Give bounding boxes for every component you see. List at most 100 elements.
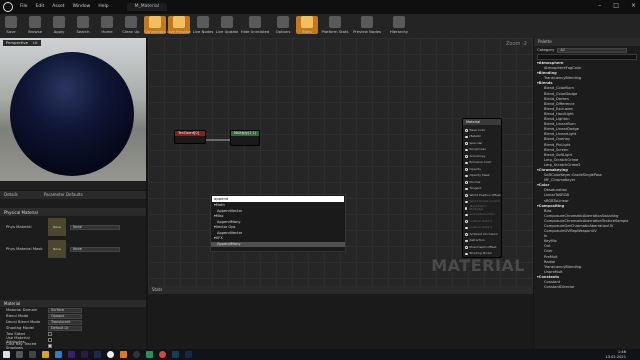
menu-window[interactable]: Window xyxy=(69,4,95,10)
hide-unrelated-button[interactable]: Hide Unrelated xyxy=(240,16,270,34)
asset-tab[interactable]: M_Material xyxy=(126,2,167,12)
steam-icon[interactable] xyxy=(172,351,179,358)
blend-mode-dropdown[interactable]: Opaque xyxy=(48,313,82,319)
material-pin-label: Custom Data 0 xyxy=(469,218,492,223)
hierarchy-icon xyxy=(393,16,405,28)
live-preview-label: Live Preview xyxy=(167,29,191,34)
material-domain-dropdown[interactable]: Surface xyxy=(48,307,82,313)
material-domain-label: Material Domain xyxy=(6,307,38,313)
pin-dot-icon xyxy=(465,181,468,184)
windows-taskbar xyxy=(0,349,640,360)
preview-nodes-button[interactable]: Preview Nodes xyxy=(352,16,382,34)
stats-button[interactable]: Stats xyxy=(296,16,318,34)
palette-category-row: Category All xyxy=(534,46,640,54)
multiply-node[interactable]: Multiply(1,1) xyxy=(230,130,260,146)
premiere-icon[interactable] xyxy=(81,351,88,358)
phys-material-dropdown[interactable]: None xyxy=(70,224,120,230)
palette-title[interactable]: Palette xyxy=(538,40,552,44)
clean-up-button[interactable]: Clean Up xyxy=(120,16,142,34)
photoshop-icon[interactable] xyxy=(185,351,192,358)
tab-details[interactable]: Details xyxy=(4,193,18,197)
menu-edit[interactable]: Edit xyxy=(32,4,49,10)
obs-icon[interactable] xyxy=(133,351,140,358)
two-sided-checkbox[interactable] xyxy=(48,332,52,336)
material-pin-label: Custom Data 1 xyxy=(469,225,492,230)
pin-dot-icon xyxy=(465,246,468,249)
options-button[interactable]: Options xyxy=(272,16,294,34)
stats-label: Stats xyxy=(302,29,312,34)
section-physical-material[interactable]: Physical Material xyxy=(0,209,146,216)
blender-icon[interactable] xyxy=(120,351,127,358)
apply-button[interactable]: Apply xyxy=(48,16,70,34)
chrome-icon[interactable] xyxy=(159,351,166,358)
viewport-lit-button[interactable]: Lit xyxy=(30,40,41,46)
material-pin[interactable]: Tessellation Multiplier xyxy=(463,205,501,212)
stats-title[interactable]: Stats xyxy=(152,288,162,292)
phys-material-mask-thumbnail[interactable]: None xyxy=(48,240,66,258)
menu-file[interactable]: File xyxy=(16,4,32,10)
browse-button[interactable]: Browse xyxy=(24,16,46,34)
task-view-icon[interactable] xyxy=(29,351,36,358)
pin-dot-icon xyxy=(465,207,468,210)
material-result-node[interactable]: Material Base Color Metallic Specular Rough… xyxy=(462,118,502,258)
menu-asset[interactable]: Asset xyxy=(48,4,68,10)
media-encoder-icon[interactable] xyxy=(94,351,101,358)
material-pin-label: Refraction xyxy=(469,238,485,243)
palette-item[interactable]: ConstantDirector xyxy=(534,285,640,291)
search-taskbar-icon[interactable] xyxy=(16,351,23,358)
use-material-attributes-checkbox[interactable] xyxy=(48,338,52,342)
phys-material-mask-dropdown[interactable]: None xyxy=(70,246,120,252)
edge-icon[interactable] xyxy=(55,351,62,358)
shading-model-dropdown[interactable]: Default Lit xyxy=(48,325,82,331)
home-label: Home xyxy=(101,29,113,34)
phys-material-thumbnail[interactable]: None xyxy=(48,218,66,236)
home-button[interactable]: Home xyxy=(96,16,118,34)
search-result-item[interactable]: AppendMany xyxy=(211,241,345,247)
viewport-panel[interactable]: Perspective Lit xyxy=(0,38,146,190)
unreal-taskbar-icon[interactable] xyxy=(107,351,114,358)
menu-help[interactable]: Help xyxy=(94,4,112,10)
platform-stats-button[interactable]: Platform Stats xyxy=(320,16,350,34)
decal-blend-mode-dropdown[interactable]: Translucent xyxy=(48,319,82,325)
hierarchy-button[interactable]: Hierarchy xyxy=(384,16,414,34)
pin-dot-icon xyxy=(465,174,468,177)
material-pin-label: World Position Offset xyxy=(469,192,501,197)
windows-start-icon[interactable] xyxy=(3,351,10,358)
search-button[interactable]: Search xyxy=(72,16,94,34)
section-material[interactable]: Material xyxy=(0,300,146,307)
explorer-icon[interactable] xyxy=(42,351,49,358)
pin-dot-icon xyxy=(465,194,468,197)
palette-category-dropdown[interactable]: All xyxy=(557,47,628,53)
texcoord-node[interactable]: TexCoord[0] xyxy=(174,130,206,144)
pin-dot-icon xyxy=(465,155,468,158)
cast-ray-traced-shadows-checkbox[interactable] xyxy=(48,344,52,348)
live-nodes-button[interactable]: Live Nodes xyxy=(192,16,214,34)
preview-nodes-label: Preview Nodes xyxy=(353,29,381,34)
multiply-node-header: Multiply(1,1) xyxy=(231,131,259,136)
live-update-button[interactable]: Live Update xyxy=(216,16,238,34)
material-graph[interactable]: Zoom -2 MATERIAL TexCoord[0] Multiply(1,… xyxy=(148,38,533,286)
minimize-icon[interactable]: – xyxy=(598,3,601,9)
save-button[interactable]: Save xyxy=(0,16,22,34)
maximize-icon[interactable]: □ xyxy=(613,3,619,9)
close-icon[interactable]: × xyxy=(631,3,636,9)
palette-search-input[interactable] xyxy=(537,54,637,60)
browse-label: Browse xyxy=(28,29,42,34)
after-effects-icon[interactable] xyxy=(68,351,75,358)
decal-blend-mode-label: Decal Blend Mode xyxy=(6,319,41,325)
taskbar-date: 13.02.2021 xyxy=(605,355,626,359)
pin-dot-icon xyxy=(465,135,468,138)
tab-parameter-defaults[interactable]: Parameter Defaults xyxy=(44,193,83,197)
material-pin-label: Anisotropy xyxy=(469,153,486,158)
details-search[interactable] xyxy=(0,199,146,209)
phys-material-label: Phys Material xyxy=(6,224,32,230)
material-pin[interactable]: Shading Model xyxy=(463,251,501,258)
app-icon[interactable] xyxy=(146,351,153,358)
live-preview-button[interactable]: Live Preview xyxy=(167,16,191,34)
stats-panel: Stats xyxy=(148,286,533,349)
clean-up-label: Clean Up xyxy=(122,29,140,34)
node-search-input[interactable]: append xyxy=(212,196,344,202)
viewport-perspective-button[interactable]: Perspective xyxy=(3,40,31,46)
material-pin-label: Ambient Occlusion xyxy=(469,231,498,236)
connectors-button[interactable]: Connectors xyxy=(144,16,166,34)
